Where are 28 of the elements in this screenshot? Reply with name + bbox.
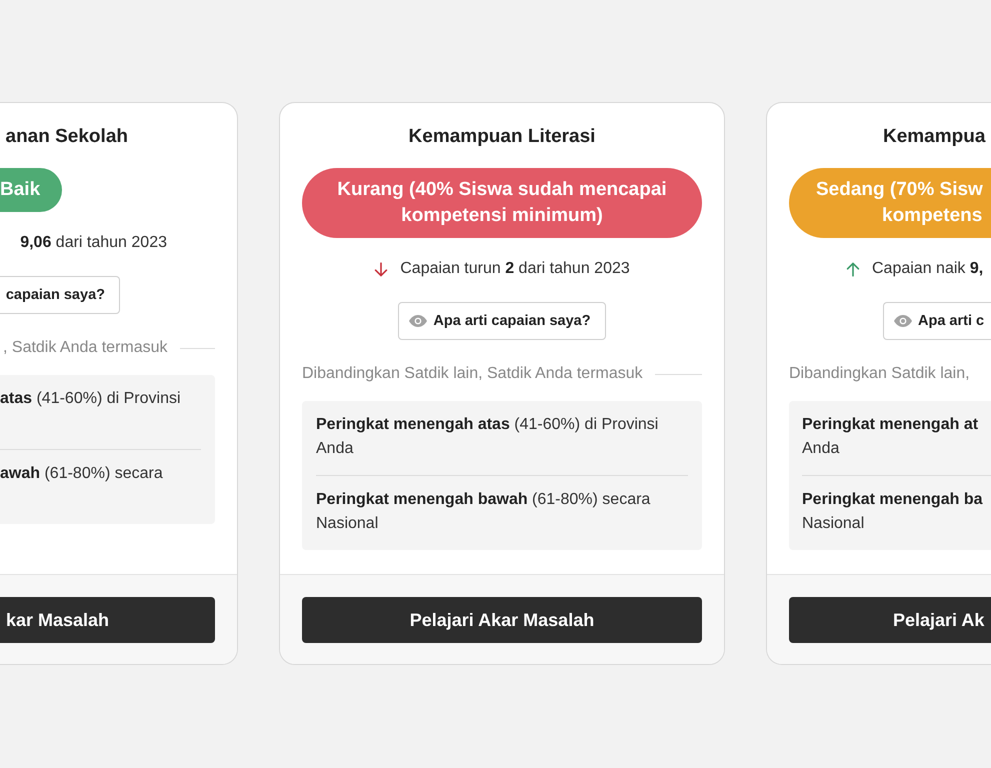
- card-title: Kemampua: [883, 125, 986, 149]
- comparison-label: Dibandingkan Satdik lain, Satdik Anda termasuk: [302, 364, 643, 384]
- action-button[interactable]: Pelajari Akar Masalah: [302, 597, 702, 643]
- status-badge: Sedang (70% Sisw kompetens: [789, 168, 991, 238]
- arrow-up-icon: [846, 262, 860, 276]
- card-title: anan Sekolah: [6, 125, 128, 149]
- rank-text: Peringkat menengah bawah (61-80%) secara Nasional: [316, 490, 652, 534]
- rank-text: awah (61-80%) secara: [0, 464, 164, 484]
- comparison-label: , Satdik Anda termasuk: [2, 338, 168, 358]
- comparison-label: Dibandingkan Satdik lain,: [789, 364, 970, 384]
- rank-text: Peringkat menengah atas (41-60%) di Provinsi Anda: [316, 415, 660, 459]
- change-text: 9,06 dari tahun 2023: [20, 233, 167, 253]
- change-text: Capaian naik 9,: [872, 259, 984, 279]
- info-button[interactable]: capaian saya?: [0, 276, 120, 314]
- info-button[interactable]: Apa arti capaian saya?: [398, 302, 606, 340]
- rank-text: Peringkat menengah ba Nasional: [802, 490, 984, 534]
- status-badge: Baik: [0, 168, 62, 212]
- change-text: Capaian turun 2 dari tahun 2023: [400, 259, 630, 279]
- arrow-down-icon: [374, 262, 388, 276]
- card-title: Kemampuan Literasi: [408, 125, 596, 149]
- status-badge: Kurang (40% Siswa sudah mencapai kompetensi minimum): [302, 168, 702, 238]
- eye-icon: [894, 315, 912, 327]
- rank-text: Peringkat menengah at Anda: [802, 415, 980, 459]
- action-button[interactable]: kar Masalah: [0, 597, 215, 643]
- action-button[interactable]: Pelajari Ak: [789, 597, 991, 643]
- rank-text: atas (41-60%) di Provinsi: [0, 389, 182, 409]
- eye-icon: [409, 315, 428, 327]
- info-button[interactable]: Apa arti c: [883, 302, 991, 340]
